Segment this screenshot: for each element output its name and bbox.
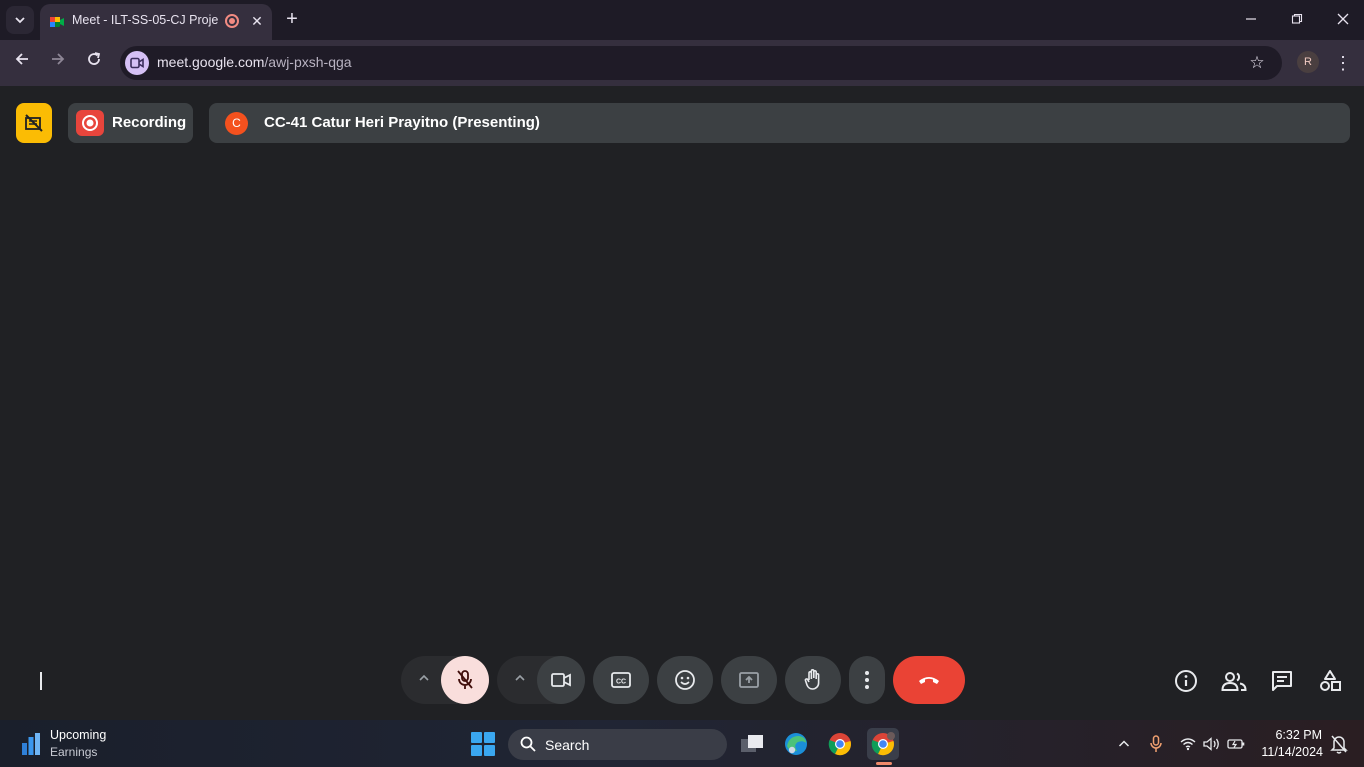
presenter-avatar: C xyxy=(225,112,248,135)
browser-tab-meet[interactable]: Meet - ILT-SS-05-CJ Project ✕ xyxy=(40,4,272,40)
people-icon xyxy=(1221,672,1247,691)
camera-toggle-button[interactable] xyxy=(537,656,585,704)
browser-tab-bar: Meet - ILT-SS-05-CJ Project ✕ + xyxy=(0,0,1364,40)
video-off-icon xyxy=(25,114,43,132)
close-window-icon[interactable] xyxy=(1330,7,1356,33)
windows-start-icon[interactable] xyxy=(471,732,495,756)
presenter-label: CC-41 Catur Heri Prayitno (Presenting) xyxy=(264,114,540,131)
back-arrow-icon[interactable] xyxy=(9,50,35,76)
camera-icon xyxy=(551,673,571,687)
more-options-button[interactable] xyxy=(849,656,885,704)
volume-icon[interactable] xyxy=(1202,734,1222,754)
active-app-indicator xyxy=(876,762,892,765)
info-icon xyxy=(1175,670,1197,692)
clock-time[interactable]: 6:32 PM xyxy=(1275,728,1322,742)
text-cursor xyxy=(40,672,42,690)
people-button[interactable] xyxy=(1221,668,1247,694)
presenter-bar[interactable]: C CC-41 Catur Heri Prayitno (Presenting) xyxy=(209,103,1350,143)
raise-hand-icon xyxy=(804,669,820,690)
captions-button[interactable]: CC xyxy=(593,656,649,704)
closed-captions-icon: CC xyxy=(611,672,631,688)
end-call-icon xyxy=(919,677,939,684)
meeting-stage: Recording C CC-41 Catur Heri Prayitno (P… xyxy=(0,86,1364,720)
warning-badge[interactable] xyxy=(16,103,52,143)
raise-hand-button[interactable] xyxy=(785,656,841,704)
leave-call-button[interactable] xyxy=(893,656,965,704)
recording-chip[interactable]: Recording xyxy=(68,103,193,143)
restore-icon[interactable] xyxy=(1284,7,1310,33)
audio-options-chevron-icon[interactable] xyxy=(414,670,434,690)
emoji-reactions-button[interactable] xyxy=(657,656,713,704)
present-screen-button[interactable] xyxy=(721,656,777,704)
notification-bell-icon[interactable] xyxy=(1330,734,1348,754)
taskbar-search[interactable]: Search xyxy=(508,729,727,760)
recording-label: Recording xyxy=(112,114,187,131)
minimize-icon[interactable] xyxy=(1238,7,1264,33)
chrome-profile-icon[interactable] xyxy=(867,728,899,760)
task-view-icon[interactable] xyxy=(736,728,768,760)
profile-avatar[interactable]: R xyxy=(1297,51,1319,73)
reload-icon[interactable] xyxy=(81,50,107,76)
browser-menu-icon[interactable]: ⋮ xyxy=(1333,50,1353,76)
tray-chevron-up-icon[interactable] xyxy=(1114,734,1134,754)
tab-search-button[interactable] xyxy=(6,6,34,34)
clock-date[interactable]: 11/14/2024 xyxy=(1261,745,1323,759)
address-bar[interactable]: meet.google.com/awj-pxsh-qga ☆ xyxy=(120,46,1282,80)
windows-taskbar: Upcoming Earnings Search 6:32 PM 11/14/2… xyxy=(0,720,1364,767)
chrome-icon[interactable] xyxy=(824,728,856,760)
chevron-down-icon xyxy=(15,17,25,24)
url-path: /awj-pxsh-qga xyxy=(264,54,352,70)
edge-browser-icon[interactable] xyxy=(780,728,812,760)
chat-icon xyxy=(1272,671,1292,691)
meeting-details-button[interactable] xyxy=(1173,668,1199,694)
microphone-toggle-button[interactable] xyxy=(441,656,489,704)
wifi-icon[interactable] xyxy=(1178,734,1198,754)
widget-subtitle[interactable]: Earnings xyxy=(50,745,97,759)
emoji-icon xyxy=(675,670,695,690)
browser-toolbar: meet.google.com/awj-pxsh-qga ☆ R ⋮ xyxy=(0,40,1364,86)
url-text: meet.google.com/awj-pxsh-qga xyxy=(157,54,352,70)
url-host: meet.google.com xyxy=(157,54,265,70)
video-options-chevron-icon[interactable] xyxy=(510,670,530,690)
stock-chart-icon[interactable] xyxy=(20,731,42,757)
search-label: Search xyxy=(545,737,590,753)
microphone-in-use-icon[interactable] xyxy=(1146,734,1166,754)
google-meet-icon xyxy=(50,17,64,27)
widget-title[interactable]: Upcoming xyxy=(50,728,106,742)
bookmark-star-icon[interactable]: ☆ xyxy=(1246,52,1268,74)
forward-arrow-icon[interactable] xyxy=(45,50,71,76)
mic-off-icon xyxy=(457,670,473,689)
present-screen-icon xyxy=(739,672,759,688)
activities-button[interactable] xyxy=(1317,668,1343,694)
meet-site-icon[interactable] xyxy=(125,51,149,75)
tab-close-icon[interactable]: ✕ xyxy=(248,12,266,30)
new-tab-button[interactable]: + xyxy=(281,8,303,30)
svg-text:CC: CC xyxy=(616,679,626,686)
battery-icon[interactable] xyxy=(1226,734,1246,754)
activities-shapes-icon xyxy=(1320,670,1341,691)
more-vert-icon xyxy=(865,671,869,689)
search-icon xyxy=(520,736,536,752)
recording-indicator-icon xyxy=(225,14,239,28)
chat-button[interactable] xyxy=(1269,668,1295,694)
tab-title: Meet - ILT-SS-05-CJ Project xyxy=(72,13,218,27)
recording-icon xyxy=(76,110,104,136)
